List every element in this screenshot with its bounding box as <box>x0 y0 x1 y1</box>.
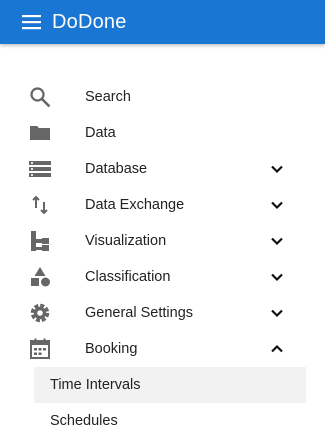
chevron-down-icon[interactable] <box>266 266 288 288</box>
nav-item-label: Visualization <box>85 233 167 249</box>
swap-vertical-icon <box>28 193 52 217</box>
nav-item-general-settings[interactable]: General Settings <box>0 295 325 331</box>
chevron-down-icon[interactable] <box>266 158 288 180</box>
chevron-down-icon[interactable] <box>266 194 288 216</box>
chevron-up-icon[interactable] <box>266 338 288 360</box>
app-bar: DoDone <box>0 0 325 44</box>
nav-item-label: Classification <box>85 269 171 285</box>
submenu-item-label: Time Intervals <box>50 377 141 393</box>
sidebar-nav: Search Data Database Data Exchange Visua… <box>0 79 325 367</box>
nav-item-visualization[interactable]: Visualization <box>0 223 325 259</box>
app-page: DoDone Search Data Database Data Exchang… <box>0 0 325 438</box>
app-title: DoDone <box>52 11 127 33</box>
database-list-icon <box>28 157 52 181</box>
folder-icon <box>28 121 52 145</box>
nav-item-label: Database <box>85 161 148 177</box>
nav-item-data[interactable]: Data <box>0 115 325 151</box>
booking-submenu: Time Intervals Schedules <box>0 367 325 438</box>
nav-item-database[interactable]: Database <box>0 151 325 187</box>
shapes-icon <box>28 265 52 289</box>
nav-item-label: Search <box>85 89 131 105</box>
nav-item-label: Booking <box>85 341 138 357</box>
nav-item-data-exchange[interactable]: Data Exchange <box>0 187 325 223</box>
hamburger-menu-icon[interactable] <box>22 13 41 31</box>
submenu-item-schedules[interactable]: Schedules <box>0 403 325 438</box>
gear-icon <box>28 301 52 325</box>
nav-item-label: Data <box>85 125 116 141</box>
nav-item-label: Data Exchange <box>85 197 185 213</box>
nav-item-booking[interactable]: Booking <box>0 331 325 367</box>
chevron-down-icon[interactable] <box>266 302 288 324</box>
nav-item-search[interactable]: Search <box>0 79 325 115</box>
calendar-icon <box>28 337 52 361</box>
chevron-down-icon[interactable] <box>266 230 288 252</box>
tree-structure-icon <box>28 229 52 253</box>
search-icon <box>28 85 52 109</box>
submenu-item-time-intervals[interactable]: Time Intervals <box>0 367 325 403</box>
submenu-item-label: Schedules <box>50 413 118 429</box>
nav-item-label: General Settings <box>85 305 194 321</box>
nav-item-classification[interactable]: Classification <box>0 259 325 295</box>
